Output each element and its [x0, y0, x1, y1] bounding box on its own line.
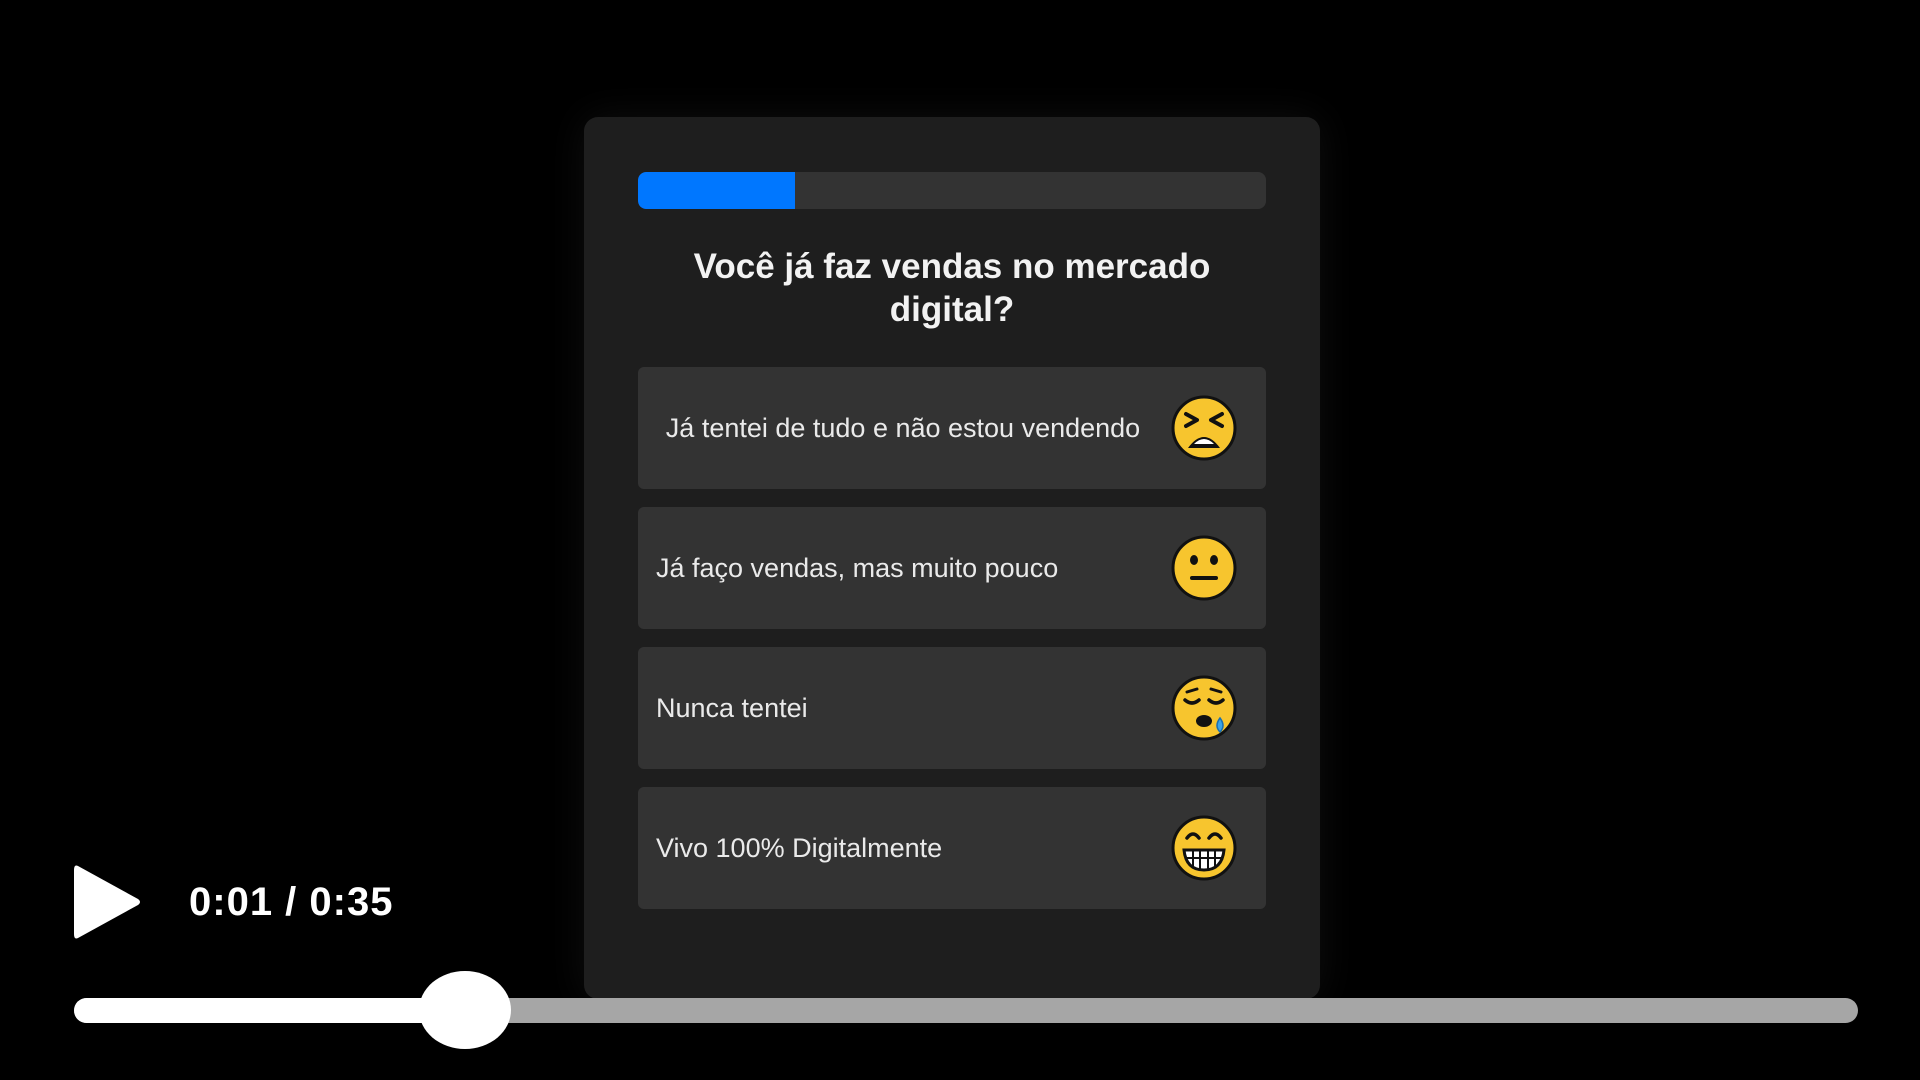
option-label: Já tentei de tudo e não estou vendendo [665, 413, 1141, 443]
option-fully-digital[interactable]: Vivo 100% Digitalmente [638, 787, 1266, 909]
options-list: Já tentei de tudo e não estou vendendo J… [638, 367, 1266, 927]
question-title: Você já faz vendas no mercado digital? [693, 247, 1211, 329]
seek-bar[interactable] [74, 971, 1858, 1049]
time-display: 0:01 / 0:35 [189, 880, 394, 924]
seek-handle[interactable] [418, 971, 511, 1049]
tired-face-emoji-icon [1171, 395, 1237, 461]
sleepy-face-emoji-icon [1171, 675, 1237, 741]
option-never-tried[interactable]: Nunca tentei [638, 647, 1266, 769]
quiz-progress-bar [638, 172, 1266, 209]
neutral-face-emoji-icon [1171, 535, 1237, 601]
option-label: Vivo 100% Digitalmente [656, 833, 943, 863]
grimacing-face-emoji-icon [1171, 815, 1237, 881]
play-icon[interactable] [72, 860, 144, 944]
quiz-card: Você já faz vendas no mercado digital? J… [584, 117, 1320, 999]
video-player: Você já faz vendas no mercado digital? J… [0, 0, 1920, 1080]
option-tried-everything[interactable]: Já tentei de tudo e não estou vendendo [638, 367, 1266, 489]
option-label: Já faço vendas, mas muito pouco [656, 553, 1059, 583]
seek-bar-played [74, 998, 465, 1023]
quiz-progress-fill [638, 172, 795, 209]
option-label: Nunca tentei [656, 693, 808, 723]
option-few-sales[interactable]: Já faço vendas, mas muito pouco [638, 507, 1266, 629]
